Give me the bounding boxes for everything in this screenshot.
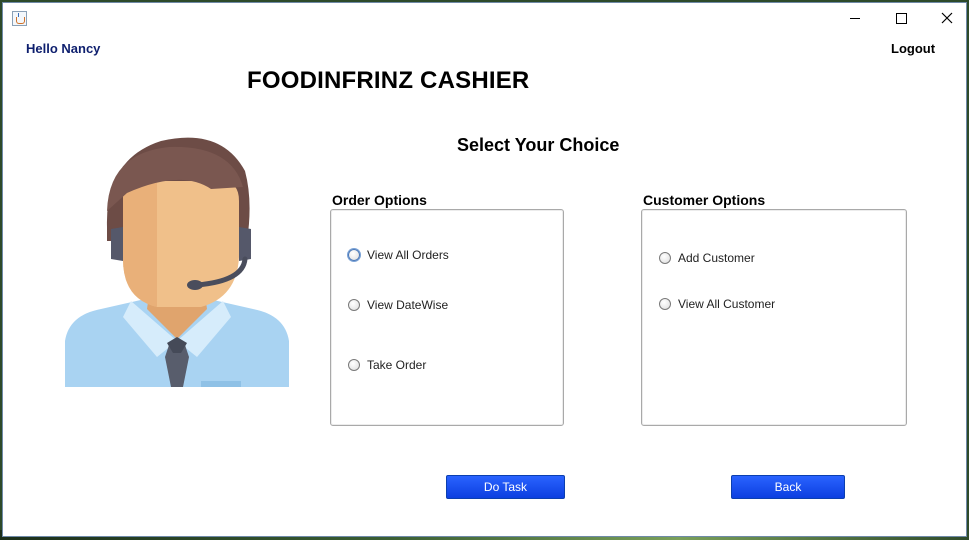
radio-view-all-orders[interactable]: View All Orders bbox=[348, 248, 449, 262]
radio-label: View All Orders bbox=[367, 248, 449, 262]
radio-view-all-customer[interactable]: View All Customer bbox=[659, 297, 775, 311]
customer-options-panel: Add Customer View All Customer bbox=[641, 209, 907, 426]
logout-link[interactable]: Logout bbox=[891, 41, 935, 56]
cashier-avatar-image bbox=[65, 137, 289, 387]
maximize-icon bbox=[895, 12, 907, 24]
radio-label: Take Order bbox=[367, 358, 427, 372]
back-button[interactable]: Back bbox=[731, 475, 845, 499]
page-title: FOODINFRINZ CASHIER bbox=[247, 67, 530, 94]
order-options-panel: View All Orders View DateWise Take Order bbox=[330, 209, 564, 426]
radio-label: Add Customer bbox=[678, 251, 755, 265]
radio-button-icon bbox=[348, 359, 360, 371]
radio-add-customer[interactable]: Add Customer bbox=[659, 251, 755, 265]
radio-button-icon bbox=[659, 298, 671, 310]
close-button[interactable] bbox=[924, 3, 969, 33]
java-cup-icon bbox=[12, 11, 27, 26]
greeting-label: Hello Nancy bbox=[26, 41, 101, 56]
title-bar bbox=[3, 3, 966, 33]
radio-label: View DateWise bbox=[367, 298, 449, 312]
minimize-button[interactable] bbox=[832, 3, 878, 33]
app-window: Hello Nancy Logout FOODINFRINZ CASHIER S… bbox=[2, 2, 967, 537]
order-options-label: Order Options bbox=[332, 192, 427, 208]
do-task-button[interactable]: Do Task bbox=[446, 475, 565, 499]
radio-button-icon bbox=[348, 299, 360, 311]
radio-label: View All Customer bbox=[678, 297, 776, 311]
radio-view-datewise[interactable]: View DateWise bbox=[348, 298, 448, 312]
maximize-button[interactable] bbox=[878, 3, 924, 33]
page-subtitle: Select Your Choice bbox=[457, 135, 620, 155]
radio-button-icon bbox=[659, 252, 671, 264]
close-icon bbox=[941, 12, 953, 24]
minimize-icon bbox=[850, 17, 860, 19]
radio-take-order[interactable]: Take Order bbox=[348, 358, 426, 372]
radio-button-icon bbox=[348, 249, 360, 261]
customer-options-label: Customer Options bbox=[643, 192, 766, 208]
